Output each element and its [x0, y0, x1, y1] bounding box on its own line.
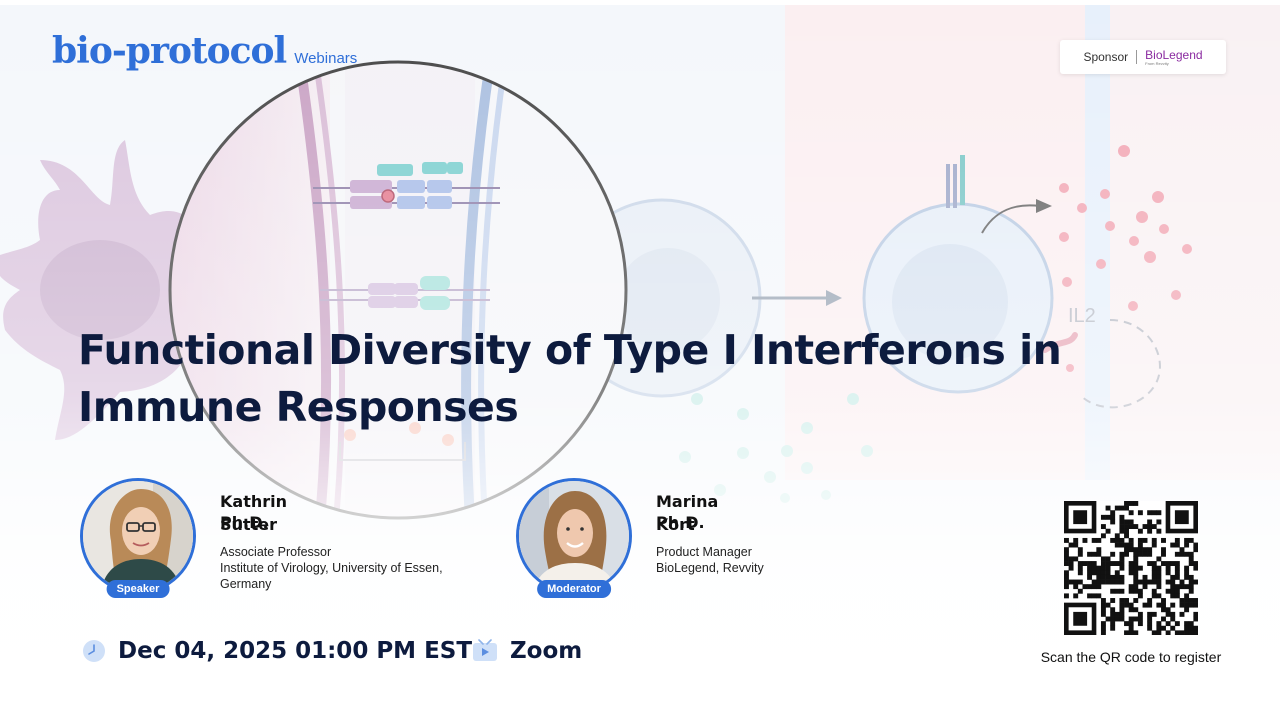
- registration-qr-code[interactable]: [1064, 501, 1198, 635]
- moderator-photo-wrap: Moderator: [516, 478, 632, 598]
- moderator-avatar: [516, 478, 632, 594]
- brand-logo: bio-protocol Webinars: [52, 30, 357, 72]
- video-icon: [473, 639, 497, 661]
- clock-icon: [83, 640, 105, 662]
- event-datetime: Dec 04, 2025 01:00 PM EST: [82, 638, 472, 664]
- moderator-affiliation: BioLegend, Revvity: [656, 561, 764, 575]
- webinar-banner: IL2: [0, 0, 1280, 720]
- event-datetime-text: Dec 04, 2025 01:00 PM EST: [118, 638, 473, 664]
- moderator-info: Product Manager BioLegend, Revvity: [656, 544, 916, 576]
- speaker-portrait: [83, 481, 193, 591]
- speaker-degree: Ph.D.: [220, 513, 269, 532]
- brand-section: Webinars: [294, 50, 358, 67]
- speaker-affiliation: Institute of Virology, University of Ess…: [220, 561, 443, 591]
- event-platform: Zoom: [472, 638, 582, 664]
- speaker-position: Associate Professor: [220, 545, 332, 559]
- sponsor-divider: [1136, 50, 1138, 64]
- speaker-info: Associate Professor Institute of Virolog…: [220, 544, 480, 592]
- event-platform-text: Zoom: [510, 638, 583, 664]
- moderator-position: Product Manager: [656, 545, 752, 559]
- sponsor-box: Sponsor BioLegend From Revvity: [1060, 40, 1226, 74]
- sponsor-tagline: From Revvity: [1145, 60, 1169, 66]
- moderator-portrait: [519, 481, 629, 591]
- sponsor-name: BioLegend: [1145, 47, 1203, 62]
- sponsor-label: Sponsor: [1083, 50, 1129, 64]
- sponsor-logo: BioLegend From Revvity: [1145, 49, 1202, 66]
- speaker-avatar: [80, 478, 196, 594]
- qr-caption: Scan the QR code to register: [1040, 649, 1222, 665]
- speaker-role-badge: Speaker: [106, 580, 170, 598]
- moderator-degree: Ph.D.: [656, 513, 705, 532]
- speaker-photo-wrap: Speaker: [80, 478, 196, 598]
- moderator-role-badge: Moderator: [537, 580, 611, 598]
- webinar-title: Functional Diversity of Type I Interfero…: [78, 326, 1062, 431]
- brand-name: bio-protocol: [52, 30, 287, 72]
